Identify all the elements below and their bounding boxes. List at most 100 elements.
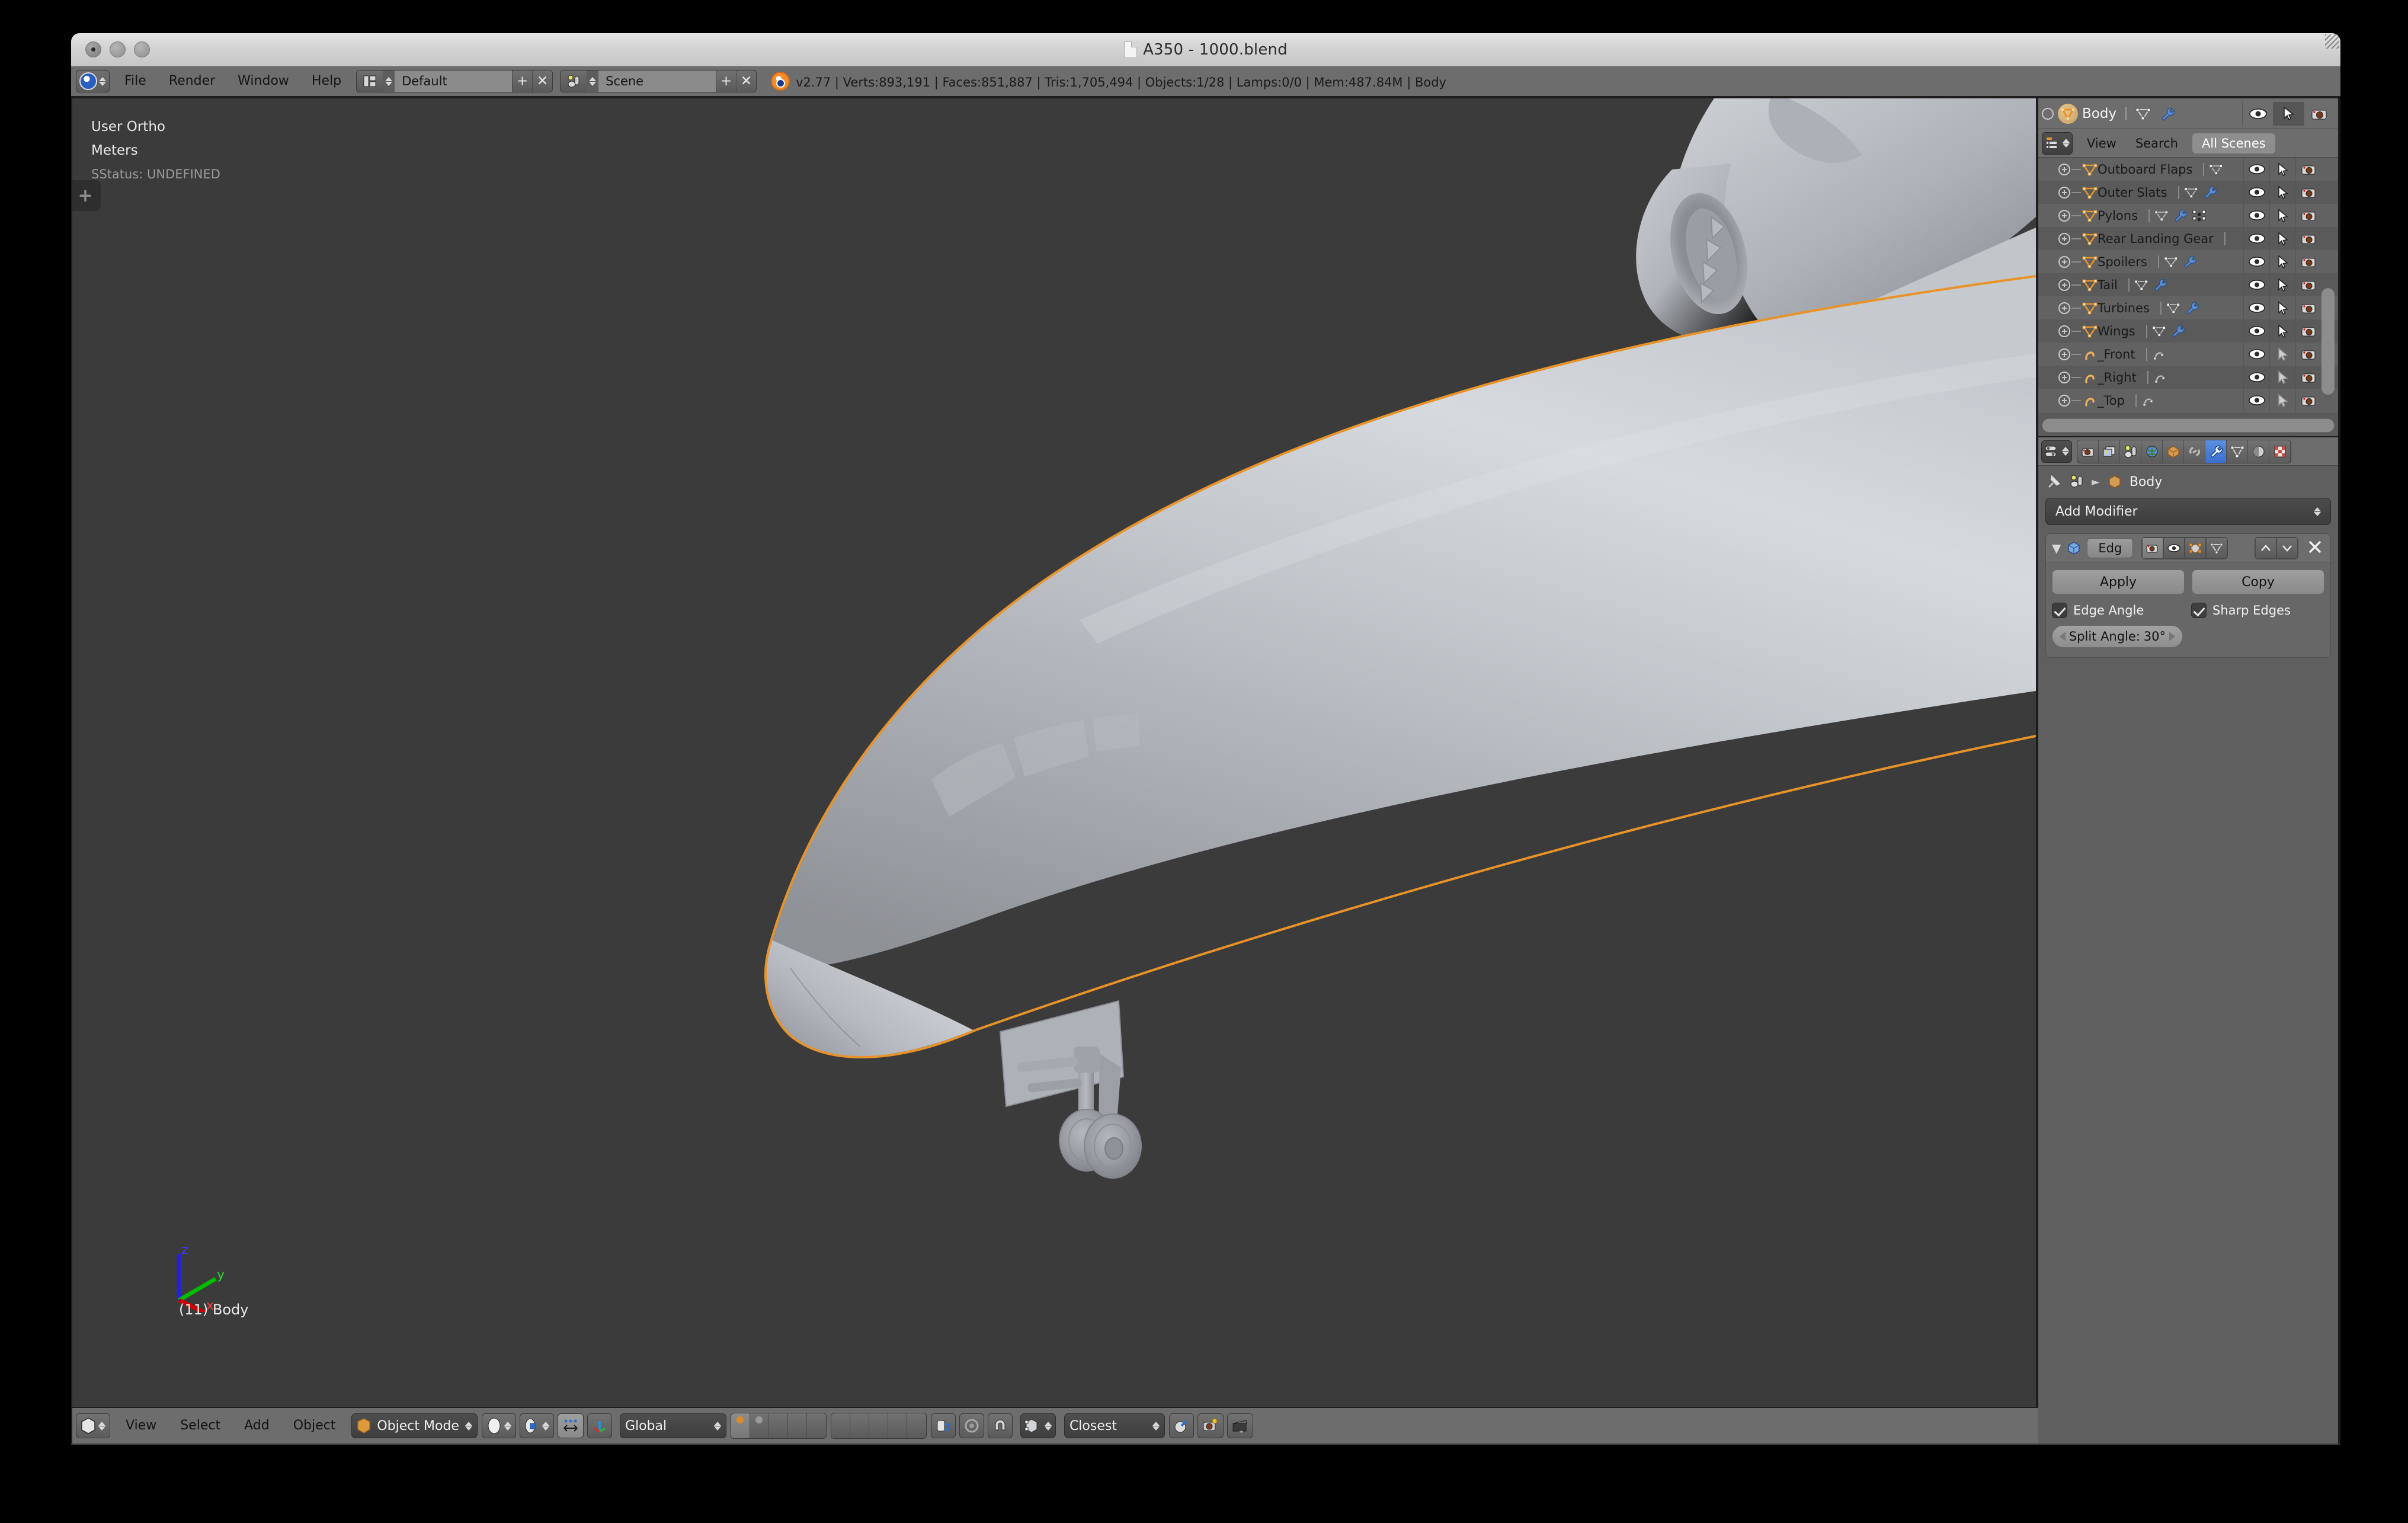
restrict-render-toggle[interactable] (2295, 366, 2321, 389)
restrict-select-toggle[interactable] (2269, 343, 2295, 366)
screen-layout-selector[interactable]: Default + ✕ (356, 70, 553, 92)
sharp-edges-checkbox-row[interactable]: Sharp Edges (2191, 603, 2324, 618)
restrict-render-toggle[interactable] (2295, 389, 2321, 412)
split-angle-slider[interactable]: Split Angle: 30° (2052, 625, 2183, 648)
layer-grid-block-2[interactable] (830, 1413, 927, 1439)
outliner-vertical-scrollbar[interactable] (2321, 288, 2335, 395)
expand-icon[interactable] (2058, 255, 2070, 268)
outliner-horizontal-scrollbar[interactable] (2038, 414, 2338, 436)
outliner-display-mode-selector[interactable] (2042, 132, 2073, 155)
restrict-select-toggle[interactable] (2269, 389, 2295, 412)
modifier-wrench-icon[interactable] (2171, 325, 2185, 338)
modifier-viewport-toggle[interactable] (2163, 537, 2185, 559)
restrict-render-toggle[interactable] (2295, 273, 2321, 296)
restrict-view-toggle[interactable] (2242, 101, 2273, 126)
restrict-select-toggle[interactable] (2269, 227, 2295, 250)
outliner-row[interactable]: Spoilers (2038, 250, 2338, 273)
restrict-view-toggle[interactable] (2243, 296, 2269, 319)
view3d-menu-object[interactable]: Object (281, 1413, 348, 1438)
editor-type-selector[interactable] (76, 70, 110, 92)
view3d-menu-view[interactable]: View (114, 1413, 168, 1438)
edge-angle-checkbox-row[interactable]: Edge Angle (2052, 603, 2185, 618)
tab-scene[interactable] (2120, 440, 2141, 463)
expand-icon[interactable] (2058, 186, 2070, 199)
tab-modifiers[interactable] (2205, 440, 2227, 463)
outliner-row[interactable]: Tail (2038, 273, 2338, 296)
tab-world[interactable] (2141, 440, 2163, 463)
restrict-view-toggle[interactable] (2243, 227, 2269, 250)
view3d-viewport[interactable]: User Ortho Meters SStatus: UNDEFINED + z… (72, 98, 2036, 1407)
delete-scene-button[interactable]: ✕ (736, 71, 757, 92)
restrict-select-toggle[interactable] (2269, 158, 2295, 181)
restrict-render-toggle[interactable] (2295, 158, 2321, 181)
outliner-menu-view[interactable]: View (2077, 136, 2126, 151)
tab-render[interactable] (2077, 440, 2099, 463)
tab-object-data[interactable] (2227, 440, 2248, 463)
view3d-menu-select[interactable]: Select (168, 1413, 232, 1438)
modifier-render-toggle[interactable] (2142, 537, 2164, 559)
area-resize-grip[interactable] (2325, 34, 2339, 49)
add-scene-button[interactable]: + (716, 71, 737, 92)
restrict-view-toggle[interactable] (2243, 343, 2269, 366)
outliner-row[interactable]: Wings (2038, 319, 2338, 343)
sharp-edges-checkbox[interactable] (2191, 603, 2207, 618)
tab-material[interactable] (2248, 440, 2269, 463)
restrict-select-toggle[interactable] (2269, 250, 2295, 273)
outliner-menu-search[interactable]: Search (2126, 136, 2188, 151)
restrict-render-toggle[interactable] (2295, 319, 2321, 343)
toolshelf-open-tab[interactable]: + (72, 180, 101, 211)
restrict-render-toggle[interactable] (2295, 343, 2321, 366)
transform-orientation-value-box[interactable]: Global (619, 1413, 726, 1438)
restrict-render-toggle[interactable] (2295, 204, 2321, 227)
modifier-wrench-icon[interactable] (2185, 302, 2199, 315)
scene-value[interactable]: Scene (598, 71, 716, 92)
modifier-move-down-button[interactable] (2276, 537, 2298, 559)
scene-icon[interactable] (2069, 475, 2084, 489)
proportional-edit-button[interactable] (959, 1413, 984, 1438)
restrict-view-toggle[interactable] (2243, 158, 2269, 181)
outliner-row[interactable]: _Front (2038, 343, 2338, 366)
expand-icon[interactable] (2058, 371, 2070, 383)
menu-window[interactable]: Window (226, 70, 300, 92)
snap-element-selector[interactable] (1020, 1413, 1056, 1438)
modifier-wrench-icon[interactable] (2203, 186, 2217, 199)
restrict-select-toggle[interactable] (2269, 366, 2295, 389)
modifier-wrench-icon[interactable] (2160, 107, 2175, 121)
restrict-view-toggle[interactable] (2243, 319, 2269, 343)
expand-icon[interactable] (2058, 209, 2070, 222)
restrict-render-toggle[interactable] (2295, 227, 2321, 250)
menu-render[interactable]: Render (158, 70, 226, 92)
outliner-row[interactable]: _Right (2038, 366, 2338, 389)
viewport-shading-selector[interactable] (481, 1413, 516, 1438)
mesh-data-icon[interactable] (2166, 302, 2180, 314)
modifier-move-up-button[interactable] (2255, 537, 2276, 559)
curve-data-icon[interactable] (2141, 395, 2156, 407)
outliner-row[interactable]: Outboard Flaps (2038, 158, 2338, 181)
outliner-row[interactable]: Outer Slats (2038, 181, 2338, 204)
expand-icon[interactable] (2058, 394, 2070, 407)
snap-toggle-button[interactable] (987, 1413, 1013, 1438)
restrict-select-toggle[interactable] (2269, 296, 2295, 319)
mesh-data-icon[interactable] (2135, 107, 2151, 120)
outliner-display-mode-value[interactable]: All Scenes (2192, 133, 2275, 153)
delete-screen-layout-button[interactable]: ✕ (532, 71, 553, 92)
mesh-data-icon[interactable] (2164, 256, 2178, 268)
restrict-select-toggle[interactable] (2269, 319, 2295, 343)
curve-data-icon[interactable] (2152, 348, 2166, 360)
mesh-data-icon[interactable] (2154, 210, 2169, 222)
add-modifier-button[interactable]: Add Modifier (2045, 498, 2331, 525)
transform-orientation-selector[interactable] (587, 1413, 612, 1438)
expand-icon[interactable] (2058, 232, 2070, 245)
mesh-data-icon[interactable] (2184, 187, 2198, 199)
outliner-row[interactable]: _Top (2038, 389, 2338, 412)
restrict-view-toggle[interactable] (2243, 250, 2269, 273)
modifier-name-field[interactable]: Edg (2087, 537, 2134, 558)
object-cube-icon[interactable] (2107, 475, 2122, 489)
particles-icon[interactable] (2192, 209, 2207, 222)
mesh-data-icon[interactable] (2134, 279, 2148, 291)
menu-file[interactable]: File (113, 70, 158, 92)
modifier-wrench-icon[interactable] (2183, 255, 2197, 268)
restrict-view-toggle[interactable] (2243, 273, 2269, 296)
modifier-copy-button[interactable]: Copy (2192, 569, 2324, 594)
restrict-view-toggle[interactable] (2243, 389, 2269, 412)
